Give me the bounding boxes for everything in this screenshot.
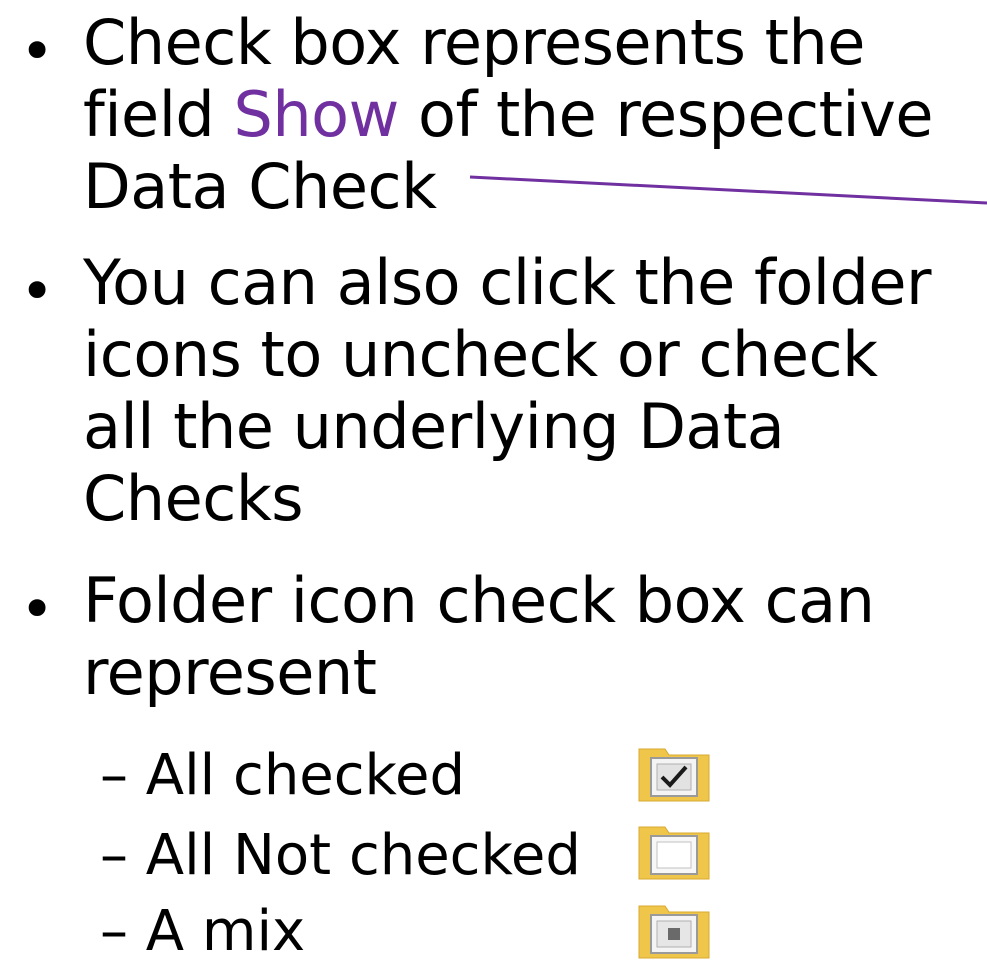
bullet-1-line-2: field Show of the respective — [83, 84, 933, 146]
bullet-1-line-3: Data Check — [83, 156, 437, 218]
bullet-3-line-1: Folder icon check box can — [83, 564, 875, 637]
bullet-dot-2: • — [20, 257, 55, 325]
bullet-1-line-1-text: Check box represents the — [83, 6, 865, 79]
bullet-1-line-1: Check box represents the — [83, 12, 865, 74]
sub-item-a-mix: – A mix — [100, 899, 306, 964]
sub-item-all-checked: – All checked — [100, 743, 465, 808]
bullet-2-line-4: Checks — [83, 462, 304, 535]
bullet-1-line-2-post: of the respective — [398, 78, 933, 151]
bullet-dot-1: • — [20, 17, 55, 85]
sub-item-all-not-checked: – All Not checked — [100, 823, 581, 888]
bullet-2-line-1: You can also click the folder — [83, 246, 932, 319]
folder-checked-icon — [638, 748, 710, 802]
bullet-2-line-3: all the underlying Data — [83, 390, 785, 463]
bullet-1-line-2-pre: field — [83, 78, 234, 151]
folder-mixed-icon — [638, 905, 710, 959]
bullet-3-line-2: represent — [83, 636, 377, 709]
bullet-1-line-3-text: Data Check — [83, 150, 437, 223]
show-field-highlight: Show — [233, 78, 400, 151]
bullet-dot-3: • — [20, 575, 55, 643]
folder-unchecked-icon — [638, 826, 710, 880]
bullet-2-line-2: icons to uncheck or check — [83, 318, 878, 391]
